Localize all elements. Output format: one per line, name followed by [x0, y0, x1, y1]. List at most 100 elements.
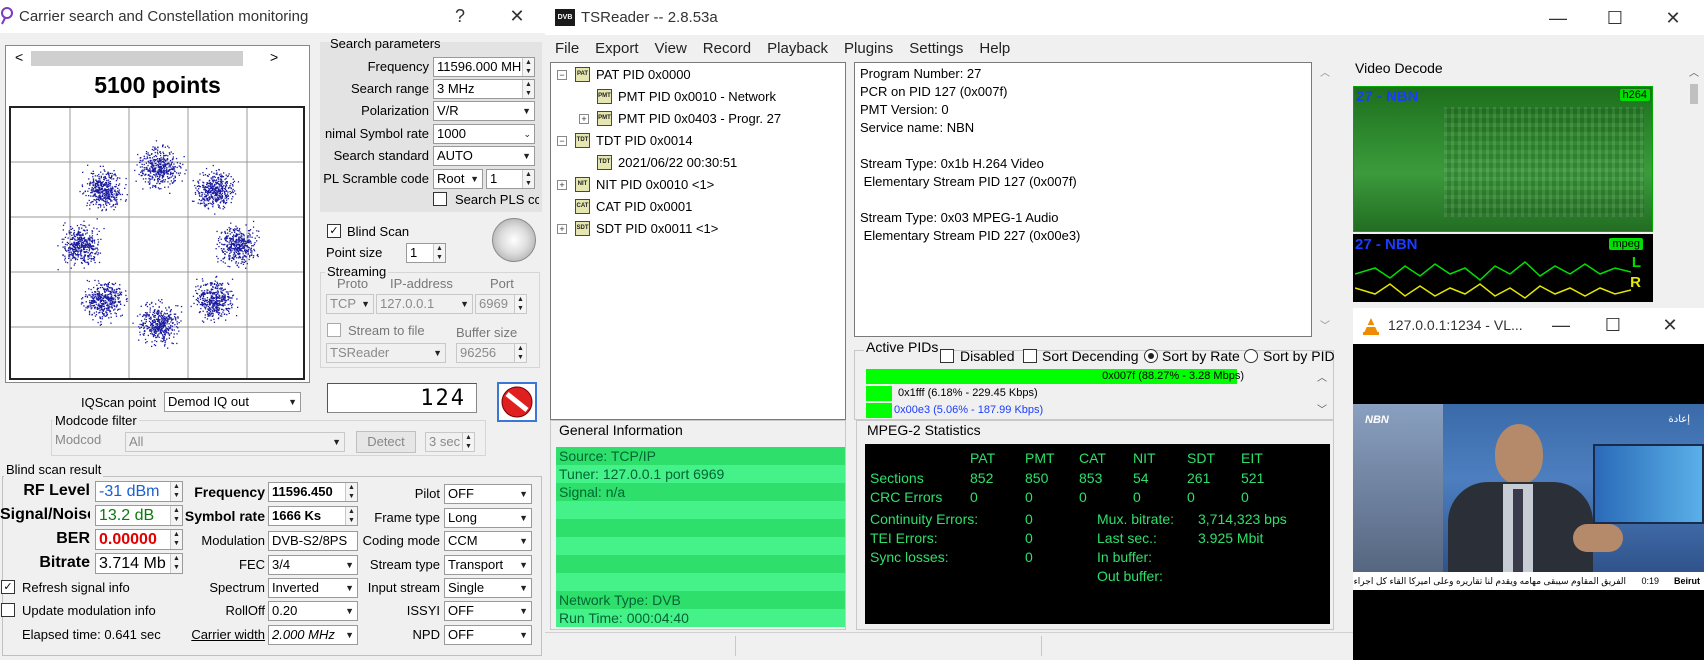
chevron-down-icon: ▼: [519, 560, 528, 570]
buffer-size-input[interactable]: 96256 ▲ ▼: [456, 343, 527, 363]
pl-scramble-mode-select[interactable]: Root ▼: [433, 169, 483, 189]
scroll-thumb[interactable]: [31, 51, 243, 66]
vlc-titlebar[interactable]: 127.0.0.1:1234 - VL... — ☐ ✕: [1353, 308, 1704, 344]
point-size-input[interactable]: 1 ▲ ▼: [406, 243, 446, 263]
modulation-select[interactable]: DVB-S2/8PS: [268, 531, 358, 551]
ip-select[interactable]: 127.0.0.1 ▼: [376, 294, 473, 314]
chevron-down-icon: ▼: [332, 437, 341, 447]
polarization-select[interactable]: V/R ▼: [433, 101, 535, 121]
close-button[interactable]: ✕: [1658, 2, 1688, 34]
minimize-button[interactable]: —: [1543, 2, 1573, 34]
menu-help[interactable]: Help: [979, 40, 1010, 57]
rolloff-select[interactable]: 0.20 ▼: [268, 601, 358, 621]
tree-item[interactable]: NIT PID 0x0010 <1>: [596, 177, 714, 192]
carrier-titlebar[interactable]: Carrier search and Constellation monitor…: [0, 0, 545, 33]
tree-item[interactable]: PAT PID 0x0000: [596, 67, 691, 82]
tree-item[interactable]: CAT PID 0x0001: [596, 199, 692, 214]
port-input[interactable]: 6969 ▲ ▼: [475, 294, 527, 314]
scroll-left-arrow-icon[interactable]: <: [15, 49, 23, 65]
audio-waveform: [1355, 261, 1631, 299]
frame-type-select[interactable]: Long ▼: [444, 508, 532, 528]
pl-scramble-code-input[interactable]: 1 ▲ ▼: [486, 169, 535, 189]
frequency-input[interactable]: 11596.000 MH ▲ ▼: [433, 57, 535, 77]
pid-row[interactable]: 0x00e3 (5.06% - 187.99 Kbps): [866, 403, 1286, 418]
search-range-spinner-icon[interactable]: ▲ ▼: [522, 80, 534, 98]
video-scrollbar[interactable]: ︿: [1685, 62, 1703, 302]
tree-item[interactable]: TDT PID 0x0014: [596, 133, 693, 148]
detect-button[interactable]: Detect: [356, 431, 416, 453]
pid-tree: − PAT PAT PID 0x0000 PMT PMT PID 0x0010 - Ne…: [550, 62, 846, 420]
sort-pid-radio[interactable]: [1244, 349, 1258, 363]
close-button[interactable]: ✕: [505, 0, 529, 32]
stream-type-select[interactable]: Transport ▼: [444, 555, 532, 575]
buffer-size-spinner-icon[interactable]: ▲ ▼: [514, 344, 526, 362]
tree-expander-icon[interactable]: +: [557, 180, 567, 190]
point-size-spinner-icon[interactable]: ▲ ▼: [433, 244, 445, 262]
tree-item[interactable]: SDT PID 0x0011 <1>: [596, 221, 718, 236]
stop-button[interactable]: [497, 382, 537, 422]
port-spinner-icon[interactable]: ▲ ▼: [514, 295, 526, 313]
tree-item[interactable]: 2021/06/22 00:30:51: [618, 155, 737, 170]
npd-select[interactable]: OFF ▼: [444, 625, 532, 645]
scroll-right-arrow-icon[interactable]: >: [270, 49, 278, 65]
menu-plugins[interactable]: Plugins: [844, 40, 893, 57]
tree-expander-icon[interactable]: −: [557, 70, 567, 80]
pids-scrollbar[interactable]: ︿ ﹀: [1315, 369, 1331, 417]
menu-record[interactable]: Record: [703, 40, 751, 57]
tsreader-titlebar[interactable]: DVB TSReader -- 2.8.53a — ☐ ✕: [545, 0, 1704, 35]
search-range-input[interactable]: 3 MHz ▲ ▼: [433, 79, 535, 99]
vlc-channel-logo: NBN: [1365, 414, 1389, 426]
points-scrollbar[interactable]: < >: [9, 49, 304, 67]
iqscan-select[interactable]: Demod IQ out ▼: [164, 392, 301, 412]
pilot-select[interactable]: OFF ▼: [444, 484, 532, 504]
sort-rate-radio[interactable]: [1144, 349, 1158, 363]
menu-view[interactable]: View: [655, 40, 687, 57]
menu-file[interactable]: File: [555, 40, 579, 57]
symbol-rate-combo[interactable]: 1000 ⌄: [433, 124, 535, 144]
blind-scan-checkbox[interactable]: ✓: [327, 224, 341, 238]
search-pls-checkbox[interactable]: [433, 192, 447, 206]
sections-value: 54: [1133, 470, 1149, 486]
stream-to-file-checkbox[interactable]: [327, 323, 341, 337]
menu-settings[interactable]: Settings: [909, 40, 963, 57]
rf-level-value: -31 dBm: [99, 483, 160, 500]
tree-expander-icon[interactable]: +: [579, 114, 589, 124]
menu-playback[interactable]: Playback: [767, 40, 828, 57]
modcode-select[interactable]: All ▼: [125, 432, 345, 452]
tree-item[interactable]: PMT PID 0x0010 - Network: [618, 89, 776, 104]
coding-mode-select[interactable]: CCM ▼: [444, 531, 532, 551]
detect-seconds-input[interactable]: 3 sec ▲ ▼: [425, 432, 475, 452]
res-frequency-spinner-icon[interactable]: ▲ ▼: [345, 483, 357, 501]
maximize-button[interactable]: ☐: [1600, 2, 1630, 34]
proto-select[interactable]: TCP ▼: [326, 294, 374, 314]
vlc-minimize-button[interactable]: —: [1548, 309, 1574, 341]
vlc-maximize-button[interactable]: ☐: [1600, 309, 1626, 341]
pid-row[interactable]: 0x1fff (6.18% - 229.45 Kbps): [866, 386, 1286, 401]
issyi-select[interactable]: OFF ▼: [444, 601, 532, 621]
res-frequency-display: 11596.450 ▲ ▼: [268, 482, 358, 502]
update-mod-checkbox[interactable]: [1, 603, 15, 617]
fec-select[interactable]: 3/4 ▼: [268, 555, 358, 575]
info-scrollbar[interactable]: ︿ ﹀: [1315, 62, 1335, 337]
tree-expander-icon[interactable]: +: [557, 224, 567, 234]
input-stream-select[interactable]: Single ▼: [444, 578, 532, 598]
menu-export[interactable]: Export: [595, 40, 638, 57]
tree-item[interactable]: PMT PID 0x0403 - Progr. 27: [618, 111, 781, 126]
pid-row[interactable]: 0x007f (88.27% - 3.28 Mbps): [866, 369, 1286, 384]
refresh-signal-checkbox[interactable]: ✓: [1, 580, 15, 594]
vlc-close-button[interactable]: ✕: [1657, 309, 1683, 341]
constellation-points: [57, 140, 260, 349]
tree-expander-icon[interactable]: −: [557, 136, 567, 146]
pl-scramble-spinner-icon[interactable]: ▲ ▼: [522, 170, 534, 188]
chevron-down-icon: ▼: [288, 397, 297, 407]
help-button[interactable]: ?: [450, 0, 470, 32]
detect-seconds-spinner-icon[interactable]: ▲ ▼: [462, 433, 474, 451]
stream-target-select[interactable]: TSReader ▼: [326, 343, 446, 363]
spectrum-select[interactable]: Inverted ▼: [268, 578, 358, 598]
res-symbol-spinner-icon[interactable]: ▲ ▼: [345, 507, 357, 525]
sort-desc-checkbox[interactable]: [1023, 349, 1037, 363]
search-standard-select[interactable]: AUTO ▼: [433, 146, 535, 166]
frequency-spinner-icon[interactable]: ▲ ▼: [522, 58, 534, 76]
disabled-checkbox[interactable]: [940, 349, 954, 363]
pid-bars: 0x007f (88.27% - 3.28 Mbps) 0x1fff (6.18%…: [866, 369, 1316, 419]
